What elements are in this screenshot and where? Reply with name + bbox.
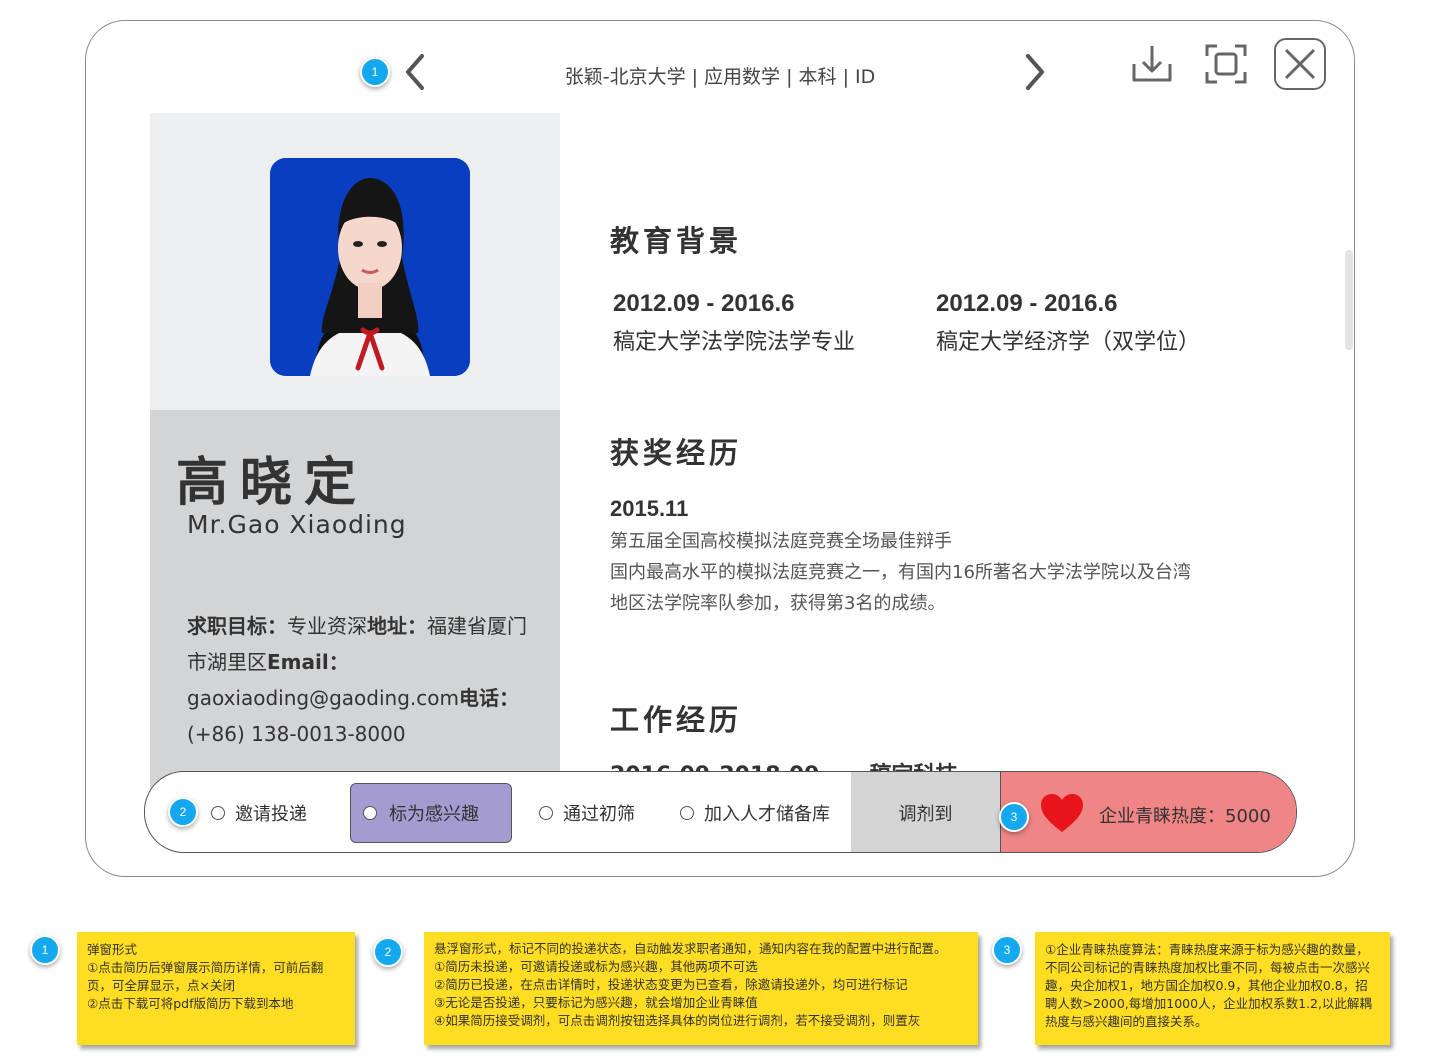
resume-header-title: 张颖-北京大学 | 应用数学 | 本科 | ID (564, 66, 876, 88)
talent-pool-label: 加入人才储备库 (704, 804, 830, 825)
heart-icon (1041, 794, 1083, 832)
education-date: 2012.09 - 2016.6 (936, 290, 1118, 317)
note-line: ①简历未投递，可邀请投递或标为感兴趣，其他两项不可选 (434, 959, 758, 974)
annotation-marker-3: 3 (999, 802, 1029, 832)
invite-label: 邀请投递 (235, 804, 307, 825)
close-icon (1284, 48, 1316, 80)
award-line: 第五届全国高校模拟法庭竞赛全场最佳辩手 (610, 531, 952, 552)
goal-value: 专业资深 (287, 614, 367, 638)
award-description: 第五届全国高校模拟法庭竞赛全场最佳辩手 国内最高水平的模拟法庭竞赛之一，有国内1… (610, 526, 1250, 619)
education-title: 教育背景 (610, 224, 743, 258)
talent-pool-option[interactable]: 加入人才储备库 (680, 772, 830, 852)
annotation-note-2: 悬浮窗形式，标记不同的投递状态，自动触发求职者通知，通知内容在我的配置中进行配置… (424, 932, 978, 1045)
scrollbar[interactable] (1345, 250, 1353, 350)
pass-screening-label: 通过初筛 (563, 804, 635, 825)
address-label: 地址： (367, 614, 427, 638)
profile-photo-image (270, 158, 470, 376)
education-item: 2012.09 - 2016.6 稿定大学经济学（双学位） (936, 290, 1200, 356)
company-heat-label: 企业青睐热度：5000 (1099, 806, 1271, 827)
radio-icon (363, 806, 377, 820)
radio-icon (211, 806, 225, 820)
awards-title: 获奖经历 (610, 436, 743, 470)
status-action-bar: 邀请投递 标为感兴趣 通过初筛 加入人才储备库 调剂到 企业青睐热度：5000 (144, 771, 1297, 853)
note-line: ③无论是否投递，只要标记为感兴趣，就会增加企业青睐值 (434, 995, 758, 1010)
note-line: 悬浮窗形式，标记不同的投递状态，自动触发求职者通知，通知内容在我的配置中进行配置… (434, 941, 947, 956)
radio-icon (539, 806, 553, 820)
note-line: ①企业青睐热度算法：青睐热度来源于标为感兴趣的数量，不同公司标记的青睐热度加权比… (1045, 942, 1372, 1029)
annotation-marker-1: 1 (30, 935, 60, 965)
education-school: 稿定大学经济学（双学位） (936, 330, 1201, 355)
note-line: ①点击简历后弹窗展示简历详情，可前后翻页，可全屏显示，点×关闭 (87, 960, 324, 993)
phone-label: 电话： (458, 686, 519, 710)
education-date: 2012.09 - 2016.6 (613, 290, 795, 317)
company-heat-panel: 企业青睐热度：5000 (1000, 772, 1296, 852)
adjust-button[interactable]: 调剂到 (851, 772, 1000, 852)
education-school: 稿定大学法学院法学专业 (613, 330, 856, 355)
award-line: 地区法学院率队参加，获得第3名的成绩。 (610, 593, 946, 614)
contact-info: 求职目标：专业资深地址：福建省厦门市湖里区Email： gaoxiaoding@g… (187, 608, 532, 752)
download-icon (1132, 46, 1172, 82)
candidate-name-en: Mr.Gao Xiaoding (187, 510, 407, 539)
award-line: 国内最高水平的模拟法庭竞赛之一，有国内16所著名大学法学院以及台湾 (610, 562, 1191, 583)
next-resume-button[interactable] (1020, 52, 1050, 92)
interest-option[interactable]: 标为感兴趣 (350, 783, 512, 843)
note-line: ②简历已投递，在点击详情时，投递状态变更为已查看，除邀请投递外，均可进行标记 (434, 977, 908, 992)
chevron-right-icon (1026, 54, 1044, 90)
award-date: 2015.11 (610, 496, 689, 521)
candidate-name-cn: 高晓定 (176, 453, 369, 513)
email-value: gaoxiaoding@gaoding.com (187, 686, 459, 710)
note-line: 弹窗形式 (87, 942, 138, 957)
annotation-note-3: ①企业青睐热度算法：青睐热度来源于标为感兴趣的数量，不同公司标记的青睐热度加权比… (1035, 932, 1390, 1045)
annotation-marker-2: 2 (168, 797, 198, 827)
previous-resume-button[interactable] (400, 52, 430, 92)
annotation-note-1: 弹窗形式 ①点击简历后弹窗展示简历详情，可前后翻页，可全屏显示，点×关闭 ②点击… (77, 932, 355, 1045)
fullscreen-button[interactable] (1203, 42, 1249, 86)
note-line: ②点击下载可将pdf版简历下载到本地 (87, 996, 294, 1011)
education-item: 2012.09 - 2016.6 稿定大学法学院法学专业 (613, 290, 855, 356)
pass-screening-option[interactable]: 通过初筛 (539, 772, 635, 852)
annotation-marker-3: 3 (992, 935, 1022, 965)
avatar (270, 158, 470, 376)
interest-label: 标为感兴趣 (389, 804, 479, 825)
invite-option[interactable]: 邀请投递 (211, 772, 307, 852)
close-button[interactable] (1274, 38, 1326, 90)
note-line: ④如果简历接受调剂，可点击调剂按钮选择具体的岗位进行调剂，若不接受调剂，则置灰 (434, 1013, 921, 1028)
work-title: 工作经历 (610, 703, 743, 737)
chevron-left-icon (406, 54, 424, 90)
annotation-marker-2: 2 (373, 937, 403, 967)
email-label: Email： (267, 650, 349, 674)
goal-label: 求职目标： (187, 614, 287, 638)
phone-value: (+86) 138-0013-8000 (187, 722, 406, 746)
annotation-marker-1: 1 (360, 57, 390, 87)
fullscreen-icon (1205, 44, 1247, 84)
radio-icon (680, 806, 694, 820)
download-button[interactable] (1130, 42, 1174, 86)
